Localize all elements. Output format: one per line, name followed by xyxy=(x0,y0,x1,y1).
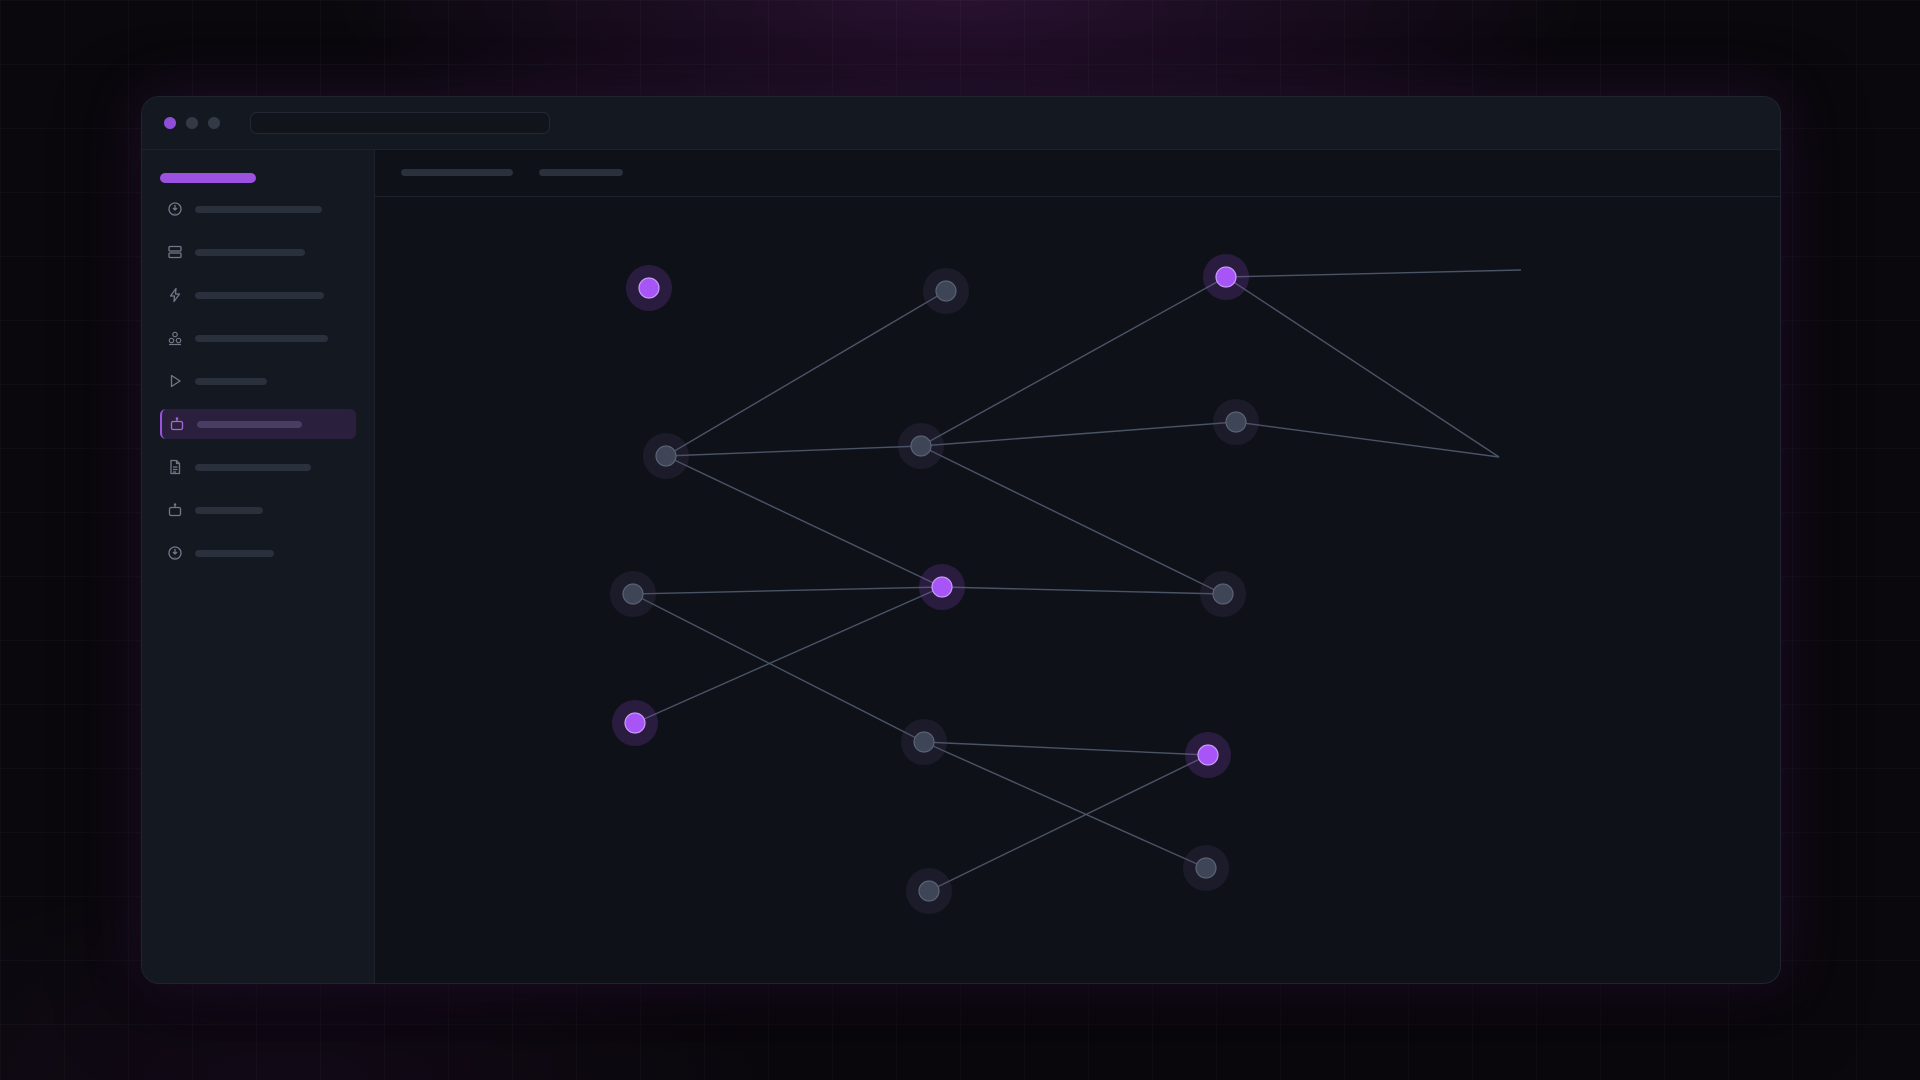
node-core xyxy=(624,712,646,734)
window-minimize-dot[interactable] xyxy=(186,117,198,129)
sidebar-item-6-active[interactable] xyxy=(160,409,356,439)
sidebar-item-placeholder xyxy=(195,249,305,256)
graph-node-n5[interactable] xyxy=(643,433,689,479)
sidebar-item-3[interactable] xyxy=(160,280,356,310)
sidebar-item-placeholder xyxy=(197,421,302,428)
node-core xyxy=(638,277,660,299)
graph-edges xyxy=(632,269,1522,892)
sidebar-item-placeholder xyxy=(195,507,263,514)
graph-edge-n11-n14 xyxy=(923,741,1207,869)
node-core xyxy=(913,731,935,753)
address-bar[interactable] xyxy=(250,112,550,134)
graph-node-n10-accent[interactable] xyxy=(612,700,658,746)
node-core xyxy=(910,435,932,457)
node-core xyxy=(1197,744,1219,766)
node-core xyxy=(931,576,953,598)
graph-edge-n6-n9 xyxy=(920,445,1224,595)
sidebar-item-placeholder xyxy=(195,335,328,342)
sidebar-item-1[interactable] xyxy=(160,194,356,224)
app-window xyxy=(141,96,1781,984)
graph-node-n7[interactable] xyxy=(610,571,656,617)
brand-logo-bar[interactable] xyxy=(160,173,256,183)
graph-node-n12-accent[interactable] xyxy=(1185,732,1231,778)
graph-edge-n3-t1 xyxy=(1225,269,1522,278)
robot-icon xyxy=(169,416,185,432)
robot-icon xyxy=(167,502,183,518)
lightning-icon xyxy=(167,287,183,303)
sidebar-item-5[interactable] xyxy=(160,366,356,396)
graph-edge-n6-n4 xyxy=(920,421,1237,447)
graph-edge-n6-n3 xyxy=(920,276,1227,447)
graph-node-n6[interactable] xyxy=(898,423,944,469)
window-maximize-dot[interactable] xyxy=(208,117,220,129)
graph-node-n14[interactable] xyxy=(1183,845,1229,891)
globe-icon xyxy=(167,201,183,217)
window-close-dot[interactable] xyxy=(164,117,176,129)
sidebar-item-4[interactable] xyxy=(160,323,356,353)
sidebar-item-placeholder xyxy=(195,378,267,385)
server-icon xyxy=(167,244,183,260)
cluster-icon xyxy=(167,330,183,346)
graph-node-n8-accent[interactable] xyxy=(919,564,965,610)
node-core xyxy=(918,880,940,902)
node-core xyxy=(655,445,677,467)
globe-icon xyxy=(167,545,183,561)
sidebar-item-placeholder xyxy=(195,206,322,213)
graph-edge-n8-n9 xyxy=(941,586,1224,595)
graph-edge-n4-t2 xyxy=(1235,421,1500,458)
graph-edge-n7-n11 xyxy=(632,593,925,743)
node-core xyxy=(1225,411,1247,433)
graph-nodes xyxy=(610,254,1259,914)
node-core xyxy=(622,583,644,605)
node-core xyxy=(935,280,957,302)
title-bar xyxy=(142,97,1780,150)
sidebar-item-8[interactable] xyxy=(160,495,356,525)
graph-edge-n5-n8 xyxy=(665,455,943,588)
graph-edge-n10-n8 xyxy=(634,586,943,724)
node-graph[interactable] xyxy=(375,150,1780,983)
node-core xyxy=(1195,857,1217,879)
node-core xyxy=(1215,266,1237,288)
document-icon xyxy=(167,459,183,475)
graph-edge-n3-t2 xyxy=(1225,276,1500,458)
graph-edge-n5-n6 xyxy=(665,445,922,457)
main-canvas xyxy=(375,150,1780,983)
graph-node-n3-accent[interactable] xyxy=(1203,254,1249,300)
graph-edge-n13-n12 xyxy=(928,754,1209,892)
sidebar xyxy=(142,150,375,983)
sidebar-item-placeholder xyxy=(195,464,311,471)
graph-node-n2[interactable] xyxy=(923,268,969,314)
sidebar-item-2[interactable] xyxy=(160,237,356,267)
graph-node-n11[interactable] xyxy=(901,719,947,765)
graph-node-n9[interactable] xyxy=(1200,571,1246,617)
sidebar-item-9[interactable] xyxy=(160,538,356,568)
sidebar-item-placeholder xyxy=(195,550,274,557)
graph-node-n4[interactable] xyxy=(1213,399,1259,445)
graph-edge-n11-n12 xyxy=(923,741,1209,756)
sidebar-item-placeholder xyxy=(195,292,324,299)
graph-node-n1-accent[interactable] xyxy=(626,265,672,311)
graph-node-n13[interactable] xyxy=(906,868,952,914)
play-icon xyxy=(167,373,183,389)
node-core xyxy=(1212,583,1234,605)
sidebar-item-7[interactable] xyxy=(160,452,356,482)
graph-edge-n7-n8 xyxy=(632,586,943,595)
